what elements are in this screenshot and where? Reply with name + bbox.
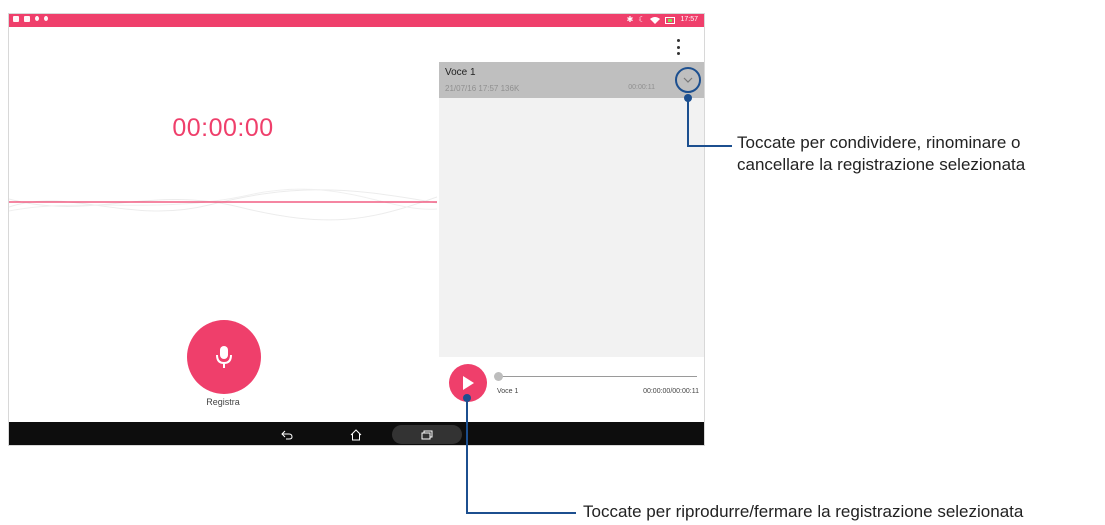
recording-options-button[interactable] xyxy=(675,67,701,93)
chevron-down-icon xyxy=(683,77,693,83)
callout-connector xyxy=(687,98,689,146)
status-bar: ✱ ☾ 17:57 xyxy=(9,14,704,27)
callout-options-line1: Toccate per condividere, rinominare o xyxy=(737,133,1021,152)
tablet-screen: ✱ ☾ 17:57 00:00:00 Registra Voce 1 21/07… xyxy=(8,13,705,446)
more-vert-icon xyxy=(676,39,680,42)
play-icon xyxy=(463,376,474,390)
callout-options: Toccate per condividere, rinominare o ca… xyxy=(737,132,1025,176)
home-icon xyxy=(350,428,362,440)
record-timer: 00:00:00 xyxy=(172,114,274,142)
do-not-disturb-icon: ☾ xyxy=(638,15,646,24)
system-icons: ✱ ☾ 17:57 xyxy=(627,15,698,25)
seek-bar[interactable] xyxy=(494,372,697,381)
navigation-bar xyxy=(9,422,704,445)
recents-icon xyxy=(421,430,433,439)
microphone-icon xyxy=(216,346,232,368)
recording-title: Voce 1 xyxy=(445,67,476,78)
battery-icon xyxy=(665,16,676,24)
callout-connector xyxy=(466,398,468,513)
callout-options-line2: cancellare la registrazione selezionata xyxy=(737,155,1026,174)
player-recording-name: Voce 1 xyxy=(497,388,519,395)
recorder-pane: 00:00:00 Registra xyxy=(9,27,437,422)
player-bar: Voce 1 00:00:00/00:00:11 xyxy=(439,357,704,421)
back-icon xyxy=(281,430,293,439)
overflow-menu-button[interactable] xyxy=(674,39,682,55)
moon-icon xyxy=(35,16,39,21)
callout-connector xyxy=(687,145,732,147)
notification-icon xyxy=(13,16,19,22)
recording-meta: 21/07/16 17:57 136K xyxy=(445,84,520,93)
recording-item[interactable]: Voce 1 21/07/16 17:57 136K 00:00:11 xyxy=(439,62,704,98)
callout-connector xyxy=(466,512,576,514)
sd-card-icon xyxy=(44,16,48,21)
record-button[interactable] xyxy=(187,320,261,394)
recents-button[interactable] xyxy=(392,425,462,444)
home-button[interactable] xyxy=(346,425,366,444)
back-button[interactable] xyxy=(277,425,297,444)
notification-icons xyxy=(13,16,48,22)
record-label: Registra xyxy=(206,397,240,407)
clock: 17:57 xyxy=(680,16,698,23)
bluetooth-icon: ✱ xyxy=(626,15,634,24)
screenshot-icon xyxy=(24,16,30,22)
player-time: 00:00:00/00:00:11 xyxy=(643,388,699,395)
seek-thumb[interactable] xyxy=(494,372,503,381)
recording-duration: 00:00:11 xyxy=(628,84,655,91)
recordings-pane: Voce 1 21/07/16 17:57 136K 00:00:11 Voce… xyxy=(439,62,704,421)
waveform xyxy=(9,188,437,221)
wifi-icon xyxy=(650,17,661,24)
callout-play: Toccate per riprodurre/fermare la regist… xyxy=(583,501,1023,523)
callout-play-text: Toccate per riprodurre/fermare la regist… xyxy=(583,502,1024,521)
